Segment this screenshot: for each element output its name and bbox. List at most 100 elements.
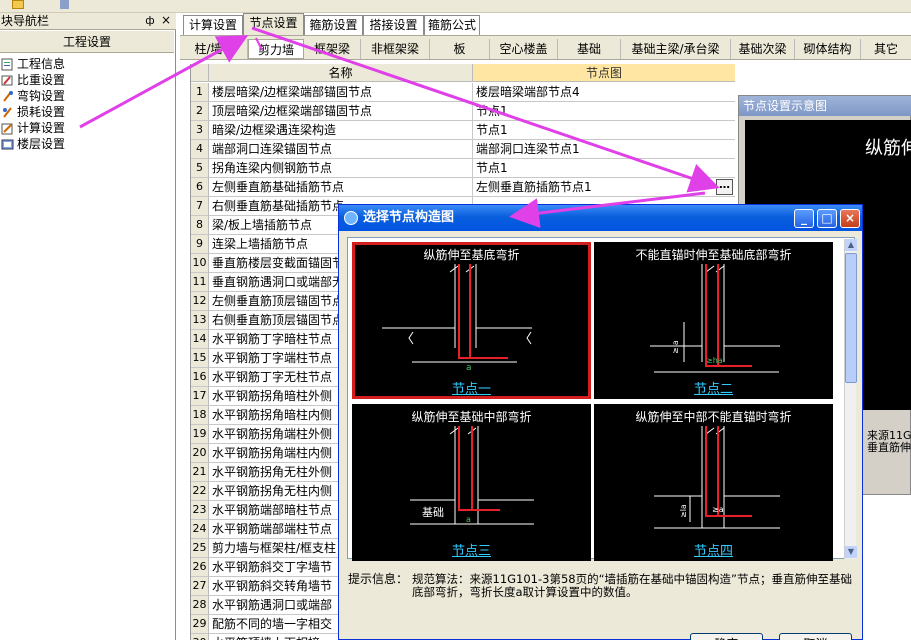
info-icon <box>1 58 14 71</box>
nav-item-hook[interactable]: 弯钩设置 <box>0 89 65 105</box>
nav-item-loss[interactable]: 损耗设置 <box>0 105 65 121</box>
close-icon[interactable]: × <box>160 13 172 28</box>
loss-icon <box>1 106 14 119</box>
column-header-name[interactable]: 名称 <box>209 64 473 82</box>
options-scrollbar[interactable]: ▲ ▼ <box>844 239 857 559</box>
component-tabs: 柱/墙柱 剪力墙 框架梁 非框架梁 板 空心楼盖 基础 基础主梁/承台梁 基础次… <box>180 35 911 60</box>
row-node-cell[interactable]: 左侧垂直筋插筋节点1 <box>473 178 735 197</box>
node-option-label[interactable]: 节点二 <box>594 378 833 397</box>
row-name-cell[interactable]: 暗梁/边框梁遇连梁构造 <box>209 121 473 140</box>
row-name-cell[interactable]: 端部洞口连梁锚固节点 <box>209 140 473 159</box>
maximize-button[interactable]: □ <box>817 209 837 228</box>
row-number: 25 <box>191 539 209 558</box>
subtab-foundation-secondary-beam[interactable]: 基础次梁 <box>731 39 795 59</box>
node-option-label[interactable]: 节点四 <box>594 540 833 559</box>
subtab-column[interactable]: 柱/墙柱 <box>182 39 248 59</box>
row-number: 8 <box>191 216 209 235</box>
table-row[interactable]: 1 楼层暗梁/边框梁端部锚固节点 楼层暗梁端部节点4 <box>191 83 735 102</box>
row-number: 29 <box>191 615 209 634</box>
nav-item-label: 比重设置 <box>17 73 66 87</box>
table-row[interactable]: 4 端部洞口连梁锚固节点 端部洞口连梁节点1 <box>191 140 735 159</box>
nav-item-project-info[interactable]: 工程信息 <box>0 57 65 73</box>
nav-item-label: 计算设置 <box>17 121 66 135</box>
row-number: 30 <box>191 634 209 640</box>
tab-calc-settings[interactable]: 计算设置 <box>183 15 243 36</box>
hint-label: 提示信息： <box>348 572 409 586</box>
row-name-cell[interactable]: 顶层暗梁/边框梁端部锚固节点 <box>209 102 473 121</box>
pin-icon[interactable]: ф <box>144 14 156 28</box>
row-number: 26 <box>191 558 209 577</box>
node-option-4[interactable]: ≥la ≥a 纵筋伸至中部不能直锚时弯折 节点四 <box>594 404 833 561</box>
nav-item-calc[interactable]: 计算设置 <box>0 121 65 137</box>
close-button[interactable]: × <box>840 209 860 228</box>
subtab-frame-beam[interactable]: 框架梁 <box>304 39 361 59</box>
toolbar-strip <box>0 0 911 13</box>
row-node-cell[interactable]: 端部洞口连梁节点1 <box>473 140 735 159</box>
subtab-shear-wall[interactable]: 剪力墙 <box>248 39 304 59</box>
node-picker-button[interactable]: … <box>716 179 733 195</box>
node-option-caption: 纵筋伸至中部不能直锚时弯折 <box>635 410 792 424</box>
row-node-cell[interactable]: 节点1 <box>473 121 735 140</box>
row-number: 12 <box>191 292 209 311</box>
row-number: 23 <box>191 501 209 520</box>
tab-lap-settings[interactable]: 搭接设置 <box>363 15 424 36</box>
table-row[interactable]: 6 左侧垂直筋基础插筋节点 左侧垂直筋插筋节点1 <box>191 178 735 197</box>
row-node-cell[interactable]: 节点1 <box>473 102 735 121</box>
tab-node-settings[interactable]: 节点设置 <box>243 13 304 36</box>
node-option-caption: 不能直锚时伸至基础底部弯折 <box>635 248 792 262</box>
preview-source-line: 垂直筋伸 <box>867 441 911 454</box>
dim-label: ≥a <box>712 505 724 514</box>
subtab-hollow-slab[interactable]: 空心楼盖 <box>490 39 558 59</box>
scroll-thumb[interactable] <box>845 253 857 383</box>
row-number: 14 <box>191 330 209 349</box>
row-node-cell[interactable]: 楼层暗梁端部节点4 <box>473 83 735 102</box>
move-icon <box>344 211 358 225</box>
table-row[interactable]: 2 顶层暗梁/边框梁端部锚固节点 节点1 <box>191 102 735 121</box>
nav-item-floor[interactable]: 楼层设置 <box>0 137 65 153</box>
node-option-2[interactable]: ≥la ≥ha 不能直锚时伸至基础底部弯折 节点二 <box>594 242 833 399</box>
node-option-1[interactable]: a 纵筋伸至基底弯折 节点一 <box>352 242 591 399</box>
node-option-3[interactable]: 基础 a 纵筋伸至基础中部弯折 节点三 <box>352 404 591 561</box>
node-option-label[interactable]: 节点三 <box>352 540 591 559</box>
node-diagram-4: ≥la ≥a <box>654 426 780 529</box>
table-row[interactable]: 3 暗梁/边框梁遇连梁构造 节点1 <box>191 121 735 140</box>
select-node-dialog: 选择节点构造图 _ □ × a 纵筋伸至基底弯折 节点一 ≥la ≥ha 不能直… <box>338 204 863 640</box>
tab-stirrup-settings[interactable]: 箍筋设置 <box>304 15 363 36</box>
scroll-down-icon[interactable]: ▼ <box>845 546 857 558</box>
row-name-cell[interactable]: 左侧垂直筋基础插筋节点 <box>209 178 473 197</box>
node-option-label[interactable]: 节点一 <box>352 378 591 397</box>
row-name-cell[interactable]: 楼层暗梁/边框梁端部锚固节点 <box>209 83 473 102</box>
dim-label: ≥ha <box>706 356 723 365</box>
subtab-nonframe-beam[interactable]: 非框架梁 <box>361 39 430 59</box>
save-icon[interactable] <box>60 0 69 9</box>
row-number: 16 <box>191 368 209 387</box>
dim-label: ≥la <box>671 340 680 354</box>
subtab-foundation[interactable]: 基础 <box>558 39 621 59</box>
subtab-other[interactable]: 其它 <box>861 39 911 59</box>
column-header-node[interactable]: 节点图 <box>473 64 735 82</box>
scroll-up-icon[interactable]: ▲ <box>845 239 857 251</box>
row-number: 5 <box>191 159 209 178</box>
subtab-foundation-main-beam[interactable]: 基础主梁/承台梁 <box>621 39 731 59</box>
ok-button[interactable]: 确定 <box>690 633 763 640</box>
subtab-masonry[interactable]: 砌体结构 <box>795 39 861 59</box>
folder-icon[interactable] <box>12 0 24 9</box>
base-label: 基础 <box>422 506 444 519</box>
node-options-area: a 纵筋伸至基底弯折 节点一 ≥la ≥ha 不能直锚时伸至基础底部弯折 节点二… <box>347 237 857 561</box>
row-number: 27 <box>191 577 209 596</box>
subtab-slab[interactable]: 板 <box>430 39 490 59</box>
nav-item-label: 损耗设置 <box>17 105 66 119</box>
minimize-button[interactable]: _ <box>794 209 814 228</box>
row-node-cell[interactable]: 节点1 <box>473 159 735 178</box>
row-number: 9 <box>191 235 209 254</box>
cancel-button[interactable]: 取消 <box>779 633 852 640</box>
row-number: 1 <box>191 83 209 102</box>
tab-stirrup-formula[interactable]: 箍筋公式 <box>424 15 480 36</box>
dialog-titlebar[interactable]: 选择节点构造图 _ □ × <box>339 205 862 231</box>
nav-section-header[interactable]: 工程设置 <box>0 31 174 53</box>
row-name-cell[interactable]: 拐角连梁内侧钢筋节点 <box>209 159 473 178</box>
table-row[interactable]: 5 拐角连梁内侧钢筋节点 节点1 <box>191 159 735 178</box>
row-number: 17 <box>191 387 209 406</box>
ratio-icon <box>1 74 14 87</box>
nav-item-ratio[interactable]: 比重设置 <box>0 73 65 89</box>
